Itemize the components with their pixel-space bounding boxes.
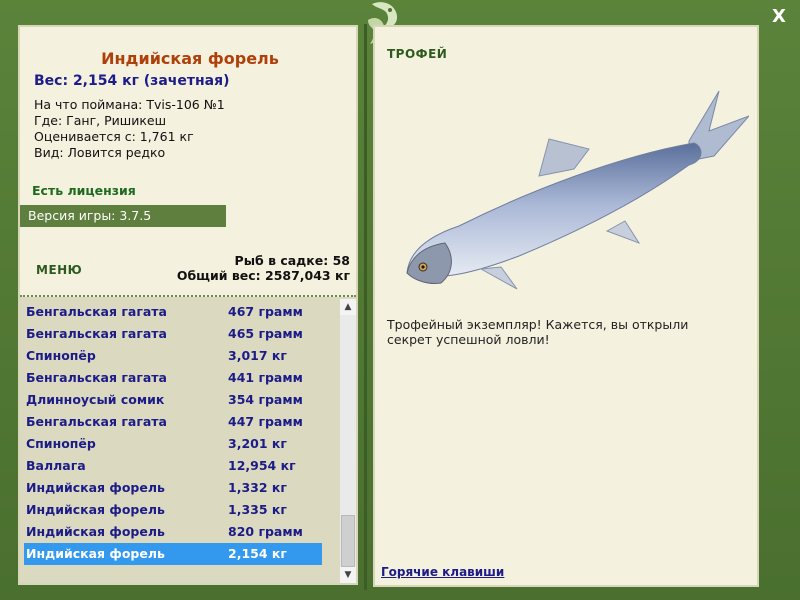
list-item[interactable]: Бенгальская гагата 465 грамм [24, 323, 322, 345]
list-item[interactable]: Индийская форель 1,335 кг [24, 499, 322, 521]
trophy-description: Трофейный экземпляр! Кажется, вы открыли… [387, 317, 689, 347]
hotkeys-link[interactable]: Горячие клавиши [381, 565, 504, 579]
list-item-weight: 447 грамм [228, 414, 303, 429]
list-item-name: Спинопёр [26, 436, 96, 451]
list-item-name: Индийская форель [26, 480, 165, 495]
list-item-weight: 1,335 кг [228, 502, 287, 517]
caught-on-text: На что поймана: Tvis-106 №1 [34, 97, 225, 112]
list-item-name: Бенгальская гагата [26, 304, 167, 319]
list-item[interactable]: Длинноусый сомик 354 грамм [24, 389, 322, 411]
list-item-weight: 3,017 кг [228, 348, 287, 363]
scroll-up-arrow-icon[interactable]: ▲ [340, 299, 356, 315]
fish-list: Бенгальская гагата 467 грамм Бенгальская г… [20, 297, 356, 583]
list-item[interactable]: Бенгальская гагата 441 грамм [24, 367, 322, 389]
list-item-weight: 820 грамм [228, 524, 303, 539]
list-item-weight: 465 грамм [228, 326, 303, 341]
fish-weight: Вес: 2,154 кг (зачетная) [34, 73, 230, 89]
list-item[interactable]: Бенгальская гагата 467 грамм [24, 301, 322, 323]
cage-count: Рыб в садке: 58 [234, 253, 350, 268]
list-item-weight: 467 грамм [228, 304, 303, 319]
trophy-panel: ТРОФЕЙ Трофейный экземпляр! Кажется, вы … [373, 25, 759, 587]
license-status: Есть лицензия [32, 183, 136, 198]
location-text: Где: Ганг, Ришикеш [34, 113, 167, 128]
list-scrollbar[interactable]: ▲ ▼ [340, 299, 356, 583]
list-item-name: Индийская форель [26, 502, 165, 517]
list-item-name: Спинопёр [26, 348, 96, 363]
list-item-name: Валлага [26, 458, 86, 473]
game-version: Версия игры: 3.7.5 [20, 205, 226, 227]
trophy-title: ТРОФЕЙ [387, 47, 448, 61]
list-item-weight: 3,201 кг [228, 436, 287, 451]
close-button[interactable]: X [768, 6, 790, 28]
list-item-weight: 2,154 кг [228, 546, 287, 561]
list-item[interactable]: Индийская форель 1,332 кг [24, 477, 322, 499]
list-item[interactable]: Валлага 12,954 кг [24, 455, 322, 477]
list-item[interactable]: Бенгальская гагата 447 грамм [24, 411, 322, 433]
fish-info-panel: Индийская форель Вес: 2,154 кг (зачетная… [18, 25, 358, 585]
list-item-name: Индийская форель [26, 524, 165, 539]
list-item-weight: 354 грамм [228, 392, 303, 407]
list-item-weight: 441 грамм [228, 370, 303, 385]
fish-title: Индийская форель [101, 49, 279, 68]
scroll-thumb[interactable] [341, 515, 355, 567]
list-item-name: Длинноусый сомик [26, 392, 165, 407]
list-item[interactable]: Индийская форель 820 грамм [24, 521, 322, 543]
menu-button[interactable]: МЕНЮ [36, 263, 82, 277]
list-item-weight: 1,332 кг [228, 480, 287, 495]
panel-divider [364, 24, 367, 590]
list-item-name: Индийская форель [26, 546, 165, 561]
rarity-text: Вид: Ловится редко [34, 145, 166, 160]
valued-from-text: Оценивается с: 1,761 кг [34, 129, 194, 144]
cage-total-weight: Общий вес: 2587,043 кг [176, 268, 350, 283]
list-item[interactable]: Индийская форель 2,154 кг [24, 543, 322, 565]
scroll-down-arrow-icon[interactable]: ▼ [340, 567, 356, 583]
list-item-name: Бенгальская гагата [26, 370, 167, 385]
list-item-weight: 12,954 кг [228, 458, 296, 473]
list-item[interactable]: Спинопёр 3,201 кг [24, 433, 322, 455]
list-item-name: Бенгальская гагата [26, 414, 167, 429]
list-item[interactable]: Спинопёр 3,017 кг [24, 345, 322, 367]
trophy-fish-image [406, 90, 749, 290]
list-item-name: Бенгальская гагата [26, 326, 167, 341]
